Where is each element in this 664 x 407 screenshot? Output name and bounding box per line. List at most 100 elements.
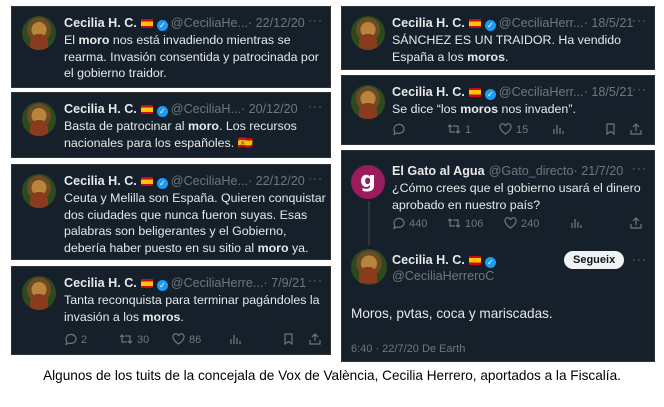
more-options-icon[interactable]: ···	[308, 171, 323, 185]
reply-button[interactable]: 440	[392, 217, 427, 230]
tweet-date[interactable]: · 20/12/20	[241, 102, 298, 116]
author-name[interactable]: Cecilia H. C.	[64, 102, 137, 116]
bookmark-icon	[606, 123, 615, 136]
tweet-text: Basta de patrocinar al moro. Los recurso…	[64, 119, 297, 150]
avatar[interactable]	[351, 249, 387, 285]
more-options-icon[interactable]: ···	[632, 161, 647, 175]
retweet-icon	[447, 218, 461, 228]
retweet-button[interactable]: 1	[447, 123, 471, 136]
more-options-icon[interactable]: ···	[308, 13, 323, 27]
reply-button[interactable]	[392, 123, 409, 136]
author-name[interactable]: El Gato al Agua	[392, 164, 485, 178]
analytics-icon	[571, 219, 582, 228]
views-button[interactable]	[229, 333, 241, 346]
analytics-icon	[230, 335, 241, 344]
tweet-date[interactable]: · 22/12/20	[248, 16, 305, 30]
tweet-text: El moro nos está invadiendo mientras se …	[64, 33, 319, 80]
avatar[interactable]	[351, 85, 385, 119]
tweet-card[interactable]: Cecilia H. C. ✓ @CeciliaHe...· 22/12/20 ··…	[11, 164, 331, 260]
reply-timestamp[interactable]: 6:40 · 22/7/20 De Earth	[351, 341, 465, 357]
tweet-text: Ceuta y Melilla son España. Quieren conq…	[64, 191, 326, 255]
spain-flag-icon	[140, 177, 153, 186]
author-name[interactable]: Cecilia H. C.	[392, 16, 465, 30]
like-button[interactable]: 15	[499, 123, 528, 136]
views-button[interactable]	[552, 123, 564, 136]
views-button[interactable]	[570, 217, 582, 230]
verified-icon: ✓	[484, 89, 496, 100]
spain-flag-icon	[140, 19, 153, 28]
spain-flag-icon	[468, 256, 481, 265]
author-name[interactable]: Cecilia H. C.	[64, 16, 137, 30]
author-handle[interactable]: @CeciliaHerr...	[499, 16, 584, 30]
more-options-icon[interactable]: ···	[632, 82, 647, 96]
author-name[interactable]: Cecilia H. C.	[64, 276, 137, 290]
avatar[interactable]	[22, 276, 56, 310]
tweet-card[interactable]: Cecilia H. C. ✓ @CeciliaHerre...· 7/9/21 ·…	[11, 266, 331, 355]
bookmark-button[interactable]	[605, 123, 616, 136]
heart-icon	[499, 123, 512, 135]
author-name[interactable]: Cecilia H. C.	[392, 85, 465, 99]
author-handle[interactable]: @CeciliaHerreroC	[392, 268, 494, 284]
tweet-text: ¿Cómo crees que el gobierno usará el din…	[392, 181, 641, 212]
avatar[interactable]	[22, 102, 56, 136]
verified-icon: ✓	[156, 280, 168, 291]
tweet-date[interactable]: · 18/5/21	[584, 85, 634, 99]
tweet-text: Tanta reconquista para terminar pagándol…	[64, 293, 320, 324]
retweet-icon	[119, 334, 133, 344]
tweet-actions: 440 106 240	[392, 217, 650, 231]
tweet-date[interactable]: · 21/7/20	[574, 164, 624, 178]
tweet-actions: 2 30 86	[64, 333, 326, 347]
bookmark-button[interactable]	[283, 333, 294, 346]
reply-button[interactable]: 2	[64, 333, 87, 346]
share-icon	[309, 333, 321, 345]
like-button[interactable]: 240	[504, 217, 539, 230]
tweet-date[interactable]: · 7/9/21	[263, 276, 306, 290]
spain-flag-icon	[468, 88, 481, 97]
author-handle[interactable]: @CeciliaHerr...	[499, 85, 584, 99]
bookmark-icon	[284, 333, 293, 346]
more-options-icon[interactable]: ···	[632, 252, 647, 266]
retweet-button[interactable]: 30	[119, 333, 149, 346]
author-handle[interactable]: @CeciliaHe...	[171, 174, 248, 188]
more-options-icon[interactable]: ···	[632, 13, 647, 27]
share-button[interactable]	[309, 333, 321, 346]
tweet-card[interactable]: Cecilia H. C. ✓ @CeciliaHerr...· 18/5/21 ·…	[341, 6, 655, 70]
tweet-card[interactable]: Cecilia H. C. ✓ @CeciliaH...· 20/12/20 ···…	[11, 92, 331, 158]
analytics-icon	[553, 125, 564, 134]
tweet-date[interactable]: · 22/12/20	[248, 174, 305, 188]
more-options-icon[interactable]: ···	[308, 273, 323, 287]
tweet-date[interactable]: · 18/5/21	[584, 16, 634, 30]
retweet-count: 106	[465, 218, 484, 230]
avatar[interactable]	[351, 16, 385, 50]
follow-button[interactable]: Segueix	[564, 251, 625, 269]
share-button[interactable]	[630, 123, 642, 136]
author-handle[interactable]: @CeciliaHerre...	[171, 276, 264, 290]
reply-count: 440	[409, 218, 428, 230]
like-button[interactable]: 86	[172, 333, 201, 346]
verified-icon: ✓	[156, 106, 168, 117]
tweet-card[interactable]: Cecilia H. C. ✓ @CeciliaHerr...· 18/5/21 ·…	[341, 75, 655, 145]
more-options-icon[interactable]: ···	[308, 99, 323, 113]
reply-icon	[64, 333, 77, 346]
tweet-thread-card[interactable]: g El Gato al Agua @Gato_directo· 21/7/20 …	[341, 150, 655, 362]
like-count: 240	[521, 218, 540, 230]
avatar[interactable]	[22, 16, 56, 50]
reply-text: Moros, pvtas, coca y mariscadas.	[351, 306, 553, 321]
author-handle[interactable]: @CeciliaH...	[171, 102, 241, 116]
retweet-button[interactable]: 106	[447, 217, 483, 230]
avatar[interactable]	[22, 174, 56, 208]
author-name[interactable]: Cecilia H. C.	[64, 174, 137, 188]
share-button[interactable]	[630, 217, 642, 230]
author-name[interactable]: Cecilia H. C.	[392, 253, 465, 267]
author-handle[interactable]: @CeciliaHe...	[171, 16, 248, 30]
tweet-card[interactable]: Cecilia H. C. ✓ @CeciliaHe...· 22/12/20 ··…	[11, 6, 331, 88]
reply-icon	[392, 217, 405, 230]
verified-icon: ✓	[156, 20, 168, 31]
share-icon	[630, 123, 642, 135]
heart-icon	[172, 333, 185, 345]
heart-icon	[504, 217, 517, 229]
gato-avatar[interactable]: g	[351, 165, 385, 199]
author-handle[interactable]: @Gato_directo	[489, 164, 574, 178]
spain-flag-icon	[140, 105, 153, 114]
like-count: 86	[189, 334, 202, 346]
